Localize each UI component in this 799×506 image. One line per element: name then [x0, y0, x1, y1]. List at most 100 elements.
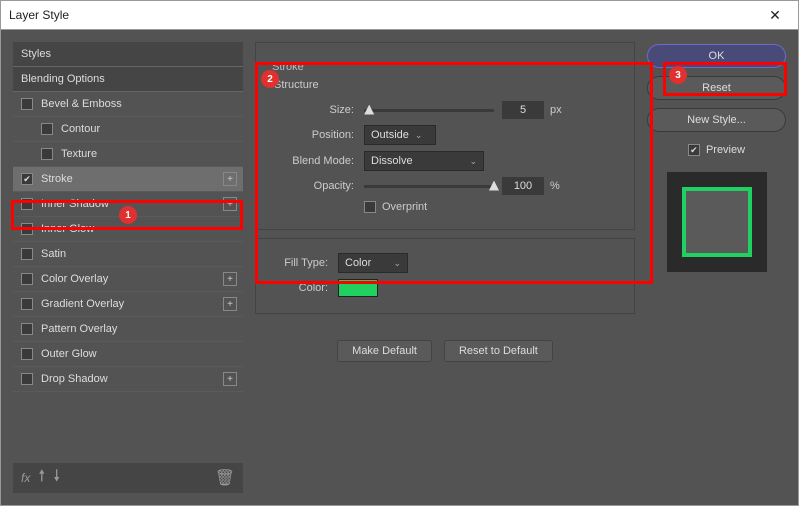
size-slider[interactable] [364, 109, 494, 112]
stroke-section-title: Stroke [268, 61, 308, 73]
value: Color [345, 257, 371, 269]
down-arrow-icon[interactable]: 🠗 [53, 465, 60, 492]
overprint-checkbox[interactable] [364, 201, 376, 213]
ok-button[interactable]: OK [647, 44, 786, 68]
label: Satin [41, 248, 66, 260]
sidebar-outer-glow[interactable]: Outer Glow [13, 342, 243, 367]
trash-icon[interactable]: 🗑 [215, 468, 235, 488]
opacity-input[interactable] [502, 177, 544, 195]
checkbox[interactable] [21, 98, 33, 110]
close-icon[interactable]: ✕ [760, 7, 790, 24]
checkbox[interactable] [21, 273, 33, 285]
preview-row: Preview [647, 144, 786, 156]
label: Bevel & Emboss [41, 98, 122, 110]
chevron-down-icon: ⌄ [469, 156, 477, 167]
size-label: Size: [268, 104, 354, 116]
size-unit: px [550, 104, 562, 116]
checkbox[interactable] [21, 248, 33, 260]
filltype-select[interactable]: Color ⌄ [338, 253, 408, 273]
color-label: Color: [268, 282, 328, 294]
label: Gradient Overlay [41, 298, 124, 310]
checkbox[interactable] [21, 173, 33, 185]
label: Stroke [41, 173, 73, 185]
opacity-slider[interactable] [364, 185, 494, 188]
sidebar-drop-shadow[interactable]: Drop Shadow + [13, 367, 243, 392]
center-panel: Stroke Structure Size: px Position: Outs… [255, 42, 635, 493]
overprint-label: Overprint [382, 201, 427, 213]
plus-icon[interactable]: + [223, 297, 237, 311]
chevron-down-icon: ⌄ [415, 130, 423, 141]
color-row: Color: [268, 279, 622, 297]
label: Texture [61, 148, 97, 160]
position-label: Position: [268, 129, 354, 141]
sidebar-texture[interactable]: Texture [13, 142, 243, 167]
checkbox[interactable] [21, 223, 33, 235]
opacity-row: Opacity: % [268, 177, 622, 195]
blendmode-label: Blend Mode: [268, 155, 354, 167]
sidebar-bevel-emboss[interactable]: Bevel & Emboss [13, 92, 243, 117]
opacity-unit: % [550, 180, 560, 192]
sidebar-pattern-overlay[interactable]: Pattern Overlay [13, 317, 243, 342]
position-row: Position: Outside ⌄ [268, 125, 622, 145]
label: Outer Glow [41, 348, 97, 360]
blendmode-select[interactable]: Dissolve ⌄ [364, 151, 484, 171]
label: Inner Shadow [41, 198, 109, 210]
window-title: Layer Style [9, 8, 69, 22]
plus-icon[interactable]: + [223, 172, 237, 186]
titlebar: Layer Style ✕ [0, 0, 799, 30]
filltype-label: Fill Type: [268, 257, 328, 269]
sidebar-contour[interactable]: Contour [13, 117, 243, 142]
reset-default-button[interactable]: Reset to Default [444, 340, 553, 362]
checkbox[interactable] [21, 323, 33, 335]
checkbox[interactable] [41, 148, 53, 160]
preview-box [667, 172, 767, 272]
sidebar-stroke[interactable]: Stroke + [13, 167, 243, 192]
chevron-down-icon: ⌄ [393, 258, 401, 269]
value: Outside [371, 129, 409, 141]
plus-icon[interactable]: + [223, 372, 237, 386]
label: Contour [61, 123, 100, 135]
fill-panel: Fill Type: Color ⌄ Color: [255, 238, 635, 314]
label: Drop Shadow [41, 373, 108, 385]
up-arrow-icon[interactable]: 🠕 [38, 465, 45, 492]
value: Dissolve [371, 155, 413, 167]
right-panel: OK Reset New Style... Preview [647, 42, 786, 493]
sidebar-color-overlay[interactable]: Color Overlay + [13, 267, 243, 292]
sidebar-styles[interactable]: Styles [13, 42, 243, 67]
default-buttons: Make Default Reset to Default [255, 340, 635, 362]
preview-checkbox[interactable] [688, 144, 700, 156]
fx-icon[interactable]: fx [21, 471, 30, 485]
sidebar-inner-shadow[interactable]: Inner Shadow + [13, 192, 243, 217]
size-row: Size: px [268, 101, 622, 119]
position-select[interactable]: Outside ⌄ [364, 125, 436, 145]
plus-icon[interactable]: + [223, 197, 237, 211]
opacity-label: Opacity: [268, 180, 354, 192]
sidebar-inner-glow[interactable]: Inner Glow [13, 217, 243, 242]
sidebar-gradient-overlay[interactable]: Gradient Overlay + [13, 292, 243, 317]
checkbox[interactable] [21, 348, 33, 360]
make-default-button[interactable]: Make Default [337, 340, 432, 362]
sidebar-footer: fx 🠕 🠗 🗑 [13, 463, 243, 493]
label: Color Overlay [41, 273, 108, 285]
preview-label: Preview [706, 144, 745, 156]
content: Styles Blending Options Bevel & Emboss C… [0, 30, 799, 506]
overprint-row: Overprint [364, 201, 622, 213]
label: Pattern Overlay [41, 323, 117, 335]
blendmode-row: Blend Mode: Dissolve ⌄ [268, 151, 622, 171]
checkbox[interactable] [21, 373, 33, 385]
preview-inner [682, 187, 752, 257]
checkbox[interactable] [41, 123, 53, 135]
color-swatch[interactable] [338, 279, 378, 297]
label: Blending Options [21, 73, 105, 85]
reset-button[interactable]: Reset [647, 76, 786, 100]
size-input[interactable] [502, 101, 544, 119]
sidebar-blending-options[interactable]: Blending Options [13, 67, 243, 92]
sidebar-satin[interactable]: Satin [13, 242, 243, 267]
label: Inner Glow [41, 223, 94, 235]
styles-sidebar: Styles Blending Options Bevel & Emboss C… [13, 42, 243, 493]
checkbox[interactable] [21, 298, 33, 310]
label: Styles [21, 48, 51, 60]
checkbox[interactable] [21, 198, 33, 210]
plus-icon[interactable]: + [223, 272, 237, 286]
new-style-button[interactable]: New Style... [647, 108, 786, 132]
